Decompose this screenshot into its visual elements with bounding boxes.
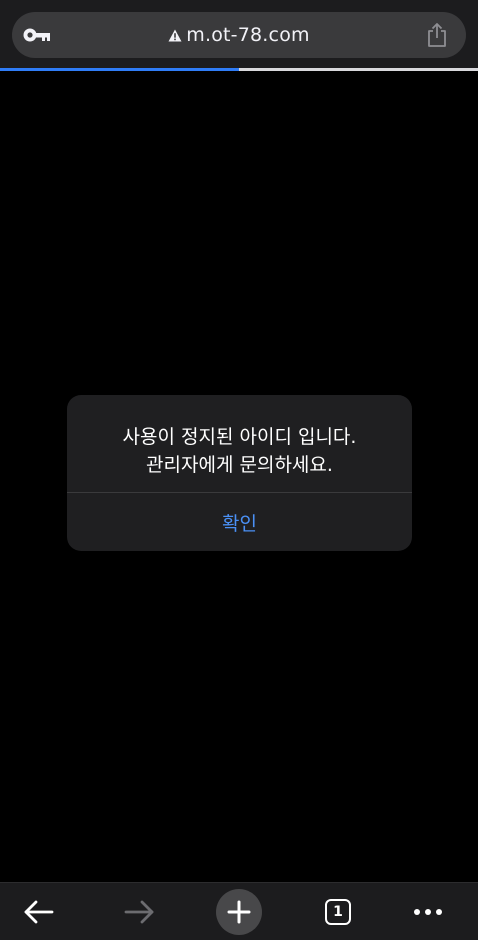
page-load-progress [0, 68, 478, 71]
new-tab-circle [216, 888, 262, 935]
more-menu-button[interactable] [403, 883, 453, 940]
warning-icon [168, 29, 182, 41]
bottom-toolbar: 1 [0, 882, 478, 940]
share-icon[interactable] [426, 22, 448, 48]
tab-count: 1 [333, 903, 343, 920]
tab-switcher-icon: 1 [325, 898, 351, 925]
alert-message-line2: 관리자에게 문의하세요. [146, 454, 333, 476]
plus-icon [227, 900, 251, 923]
browser-screen: m.ot-78.com 사용이 정지된 아이디 입니다. 관리자에게 문의하세요… [0, 0, 478, 940]
address-bar-area: m.ot-78.com [0, 0, 478, 68]
page-load-progress-fill [0, 68, 239, 71]
more-dots-icon [414, 908, 442, 915]
alert-message: 사용이 정지된 아이디 입니다. 관리자에게 문의하세요. [67, 423, 412, 479]
alert-message-line1: 사용이 정지된 아이디 입니다. [122, 426, 357, 448]
tab-switcher-button[interactable]: 1 [313, 883, 363, 940]
back-button[interactable] [14, 883, 64, 940]
new-tab-button[interactable] [214, 883, 264, 940]
back-arrow-icon [24, 900, 54, 923]
address-bar[interactable]: m.ot-78.com [12, 12, 466, 58]
url-display[interactable]: m.ot-78.com [12, 12, 466, 58]
forward-arrow-icon [124, 900, 154, 923]
alert-dialog: 사용이 정지된 아이디 입니다. 관리자에게 문의하세요. 확인 [67, 395, 412, 551]
confirm-button[interactable]: 확인 [67, 493, 412, 551]
url-text: m.ot-78.com [186, 24, 310, 46]
forward-button[interactable] [114, 883, 164, 940]
